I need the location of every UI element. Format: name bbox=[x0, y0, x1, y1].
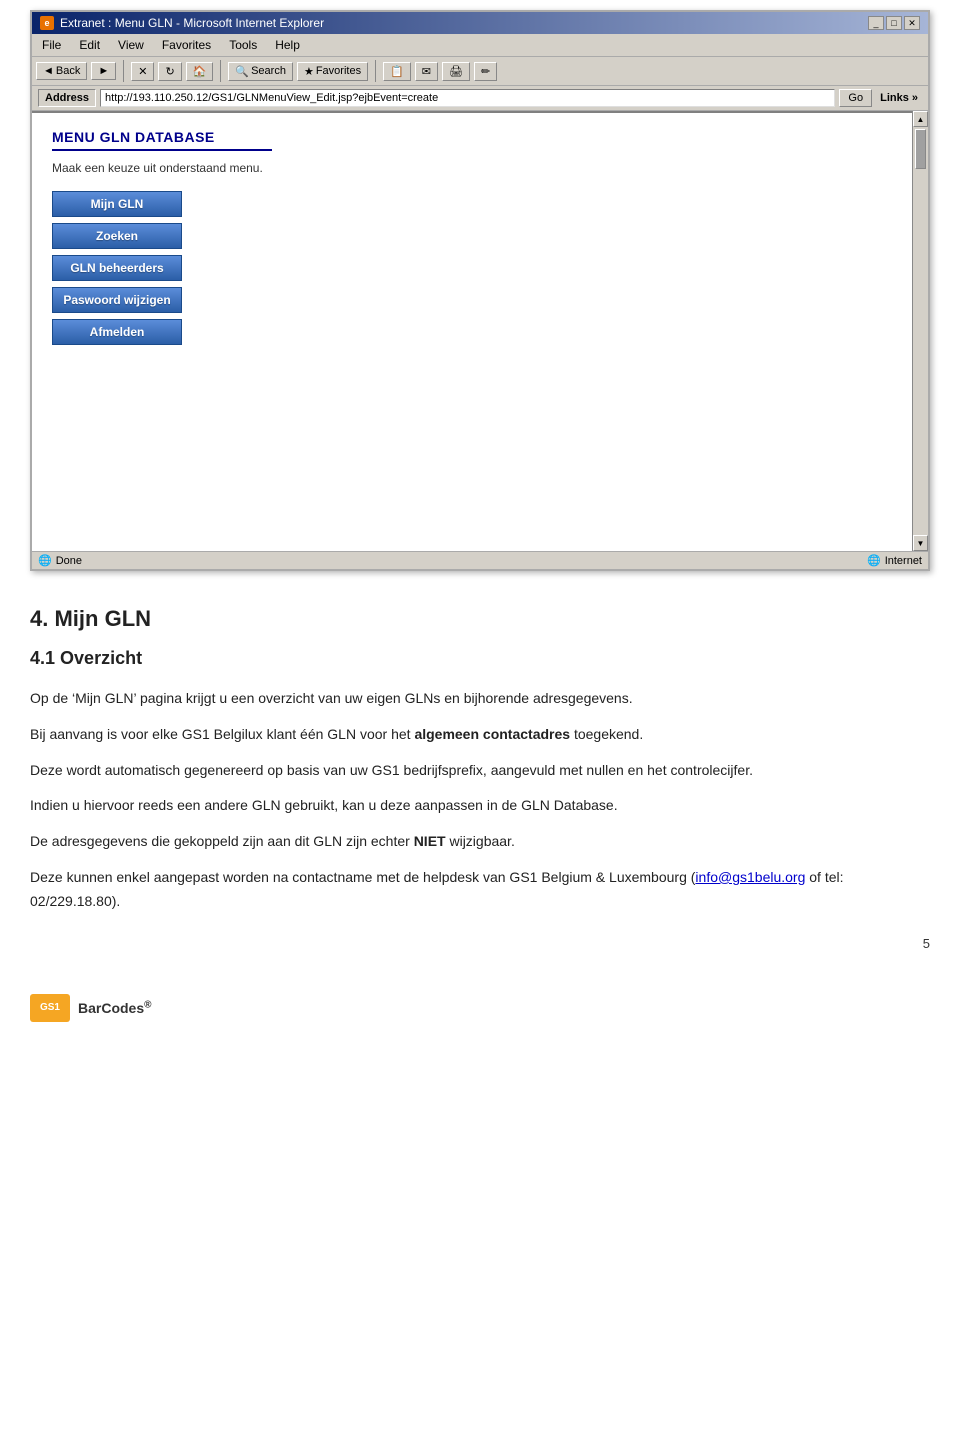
paragraph-1: Op de ‘Mijn GLN’ pagina krijgt u een ove… bbox=[30, 687, 930, 711]
status-text: Done bbox=[56, 555, 82, 567]
toolbar-separator-3 bbox=[375, 60, 376, 82]
email-link[interactable]: info@gs1belu.org bbox=[695, 869, 805, 885]
status-right: 🌐 Internet bbox=[867, 554, 922, 567]
address-input[interactable] bbox=[100, 89, 835, 107]
scrollbar[interactable]: ▲ ▼ bbox=[912, 111, 928, 551]
gln-beheerders-button[interactable]: GLN beheerders bbox=[52, 255, 182, 281]
menu-favorites[interactable]: Favorites bbox=[158, 36, 215, 54]
bold-contactadres: algemeen contactadres bbox=[414, 726, 570, 742]
search-label: Search bbox=[251, 65, 286, 77]
maximize-button[interactable]: □ bbox=[886, 16, 902, 30]
section-title-text: Mijn GLN bbox=[54, 606, 151, 631]
browser-content: MENU GLN DATABASE Maak een keuze uit ond… bbox=[32, 111, 928, 551]
print-icon: 🖨 bbox=[449, 65, 463, 78]
barcodes-label: BarCodes® bbox=[78, 997, 152, 1019]
mijn-gln-button[interactable]: Mijn GLN bbox=[52, 191, 182, 217]
refresh-button[interactable]: ↻ bbox=[158, 62, 181, 81]
links-label[interactable]: Links » bbox=[876, 90, 922, 106]
status-left: 🌐 Done bbox=[38, 554, 82, 567]
paragraph-3: Deze wordt automatisch gegenereerd op ba… bbox=[30, 759, 930, 783]
paswoord-wijzigen-button[interactable]: Paswoord wijzigen bbox=[52, 287, 182, 313]
page-title: MENU GLN DATABASE bbox=[52, 129, 908, 145]
stop-button[interactable]: ✕ bbox=[131, 62, 154, 81]
menu-button-list: Mijn GLN Zoeken GLN beheerders Paswoord … bbox=[52, 191, 182, 345]
minimize-button[interactable]: _ bbox=[868, 16, 884, 30]
page-number: 5 bbox=[30, 934, 930, 955]
paragraph-4: Indien u hiervoor reeds een andere GLN g… bbox=[30, 794, 930, 818]
menu-bar: File Edit View Favorites Tools Help bbox=[32, 34, 928, 57]
back-button[interactable]: ◄ Back bbox=[36, 62, 87, 80]
toolbar-separator-1 bbox=[123, 60, 124, 82]
subsection-title: 4.1 Overzicht bbox=[30, 644, 930, 673]
footer-logo: GS1 BarCodes® bbox=[30, 984, 930, 1022]
refresh-icon: ↻ bbox=[165, 65, 174, 78]
menu-edit[interactable]: Edit bbox=[75, 36, 104, 54]
paragraph-5: De adresgegevens die gekoppeld zijn aan … bbox=[30, 830, 930, 854]
forward-button[interactable]: ► bbox=[91, 62, 116, 80]
status-bar: 🌐 Done 🌐 Internet bbox=[32, 551, 928, 569]
print-button[interactable]: 🖨 bbox=[442, 62, 470, 81]
menu-help[interactable]: Help bbox=[271, 36, 304, 54]
address-label: Address bbox=[38, 89, 96, 107]
page-subtitle: Maak een keuze uit onderstaand menu. bbox=[52, 161, 908, 175]
scroll-track bbox=[913, 127, 928, 535]
zoeken-button[interactable]: Zoeken bbox=[52, 223, 182, 249]
forward-icon: ► bbox=[98, 65, 109, 77]
internet-icon: 🌐 bbox=[867, 554, 881, 567]
edit-button[interactable]: ✏ bbox=[474, 62, 497, 81]
status-icon: 🌐 bbox=[38, 554, 52, 567]
gs1-logo: GS1 bbox=[30, 994, 70, 1022]
back-label: Back bbox=[56, 65, 80, 77]
scroll-up-button[interactable]: ▲ bbox=[913, 111, 928, 127]
search-button[interactable]: 🔍 Search bbox=[228, 62, 293, 81]
document-content: 4. Mijn GLN 4.1 Overzicht Op de ‘Mijn GL… bbox=[0, 581, 960, 1052]
mail-button[interactable]: ✉ bbox=[415, 62, 438, 81]
favorites-icon: ★ bbox=[304, 65, 314, 78]
scroll-thumb[interactable] bbox=[915, 129, 926, 169]
favorites-button[interactable]: ★ Favorites bbox=[297, 62, 368, 81]
scroll-down-button[interactable]: ▼ bbox=[913, 535, 928, 551]
subsection-number: 4.1 bbox=[30, 648, 55, 668]
back-icon: ◄ bbox=[43, 65, 54, 77]
browser-icon: e bbox=[40, 16, 54, 30]
section-number: 4. bbox=[30, 606, 48, 631]
window-title: Extranet : Menu GLN - Microsoft Internet… bbox=[60, 16, 324, 30]
paragraph-6: Deze kunnen enkel aangepast worden na co… bbox=[30, 866, 930, 914]
menu-view[interactable]: View bbox=[114, 36, 148, 54]
internet-label: Internet bbox=[885, 555, 922, 567]
home-button[interactable]: 🏠 bbox=[186, 62, 214, 81]
home-icon: 🏠 bbox=[193, 65, 207, 78]
go-button[interactable]: Go bbox=[839, 89, 872, 107]
afmelden-button[interactable]: Afmelden bbox=[52, 319, 182, 345]
browser-content-wrapper: MENU GLN DATABASE Maak een keuze uit ond… bbox=[32, 111, 928, 551]
search-icon: 🔍 bbox=[235, 65, 249, 78]
edit-icon: ✏ bbox=[481, 65, 490, 78]
menu-file[interactable]: File bbox=[38, 36, 65, 54]
close-button[interactable]: ✕ bbox=[904, 16, 920, 30]
window-controls: _ □ ✕ bbox=[868, 16, 920, 30]
section-title: 4. Mijn GLN bbox=[30, 601, 930, 636]
mail-icon: ✉ bbox=[422, 65, 431, 78]
favorites-label: Favorites bbox=[316, 65, 361, 77]
subsection-title-text: Overzicht bbox=[60, 648, 142, 668]
title-bar: e Extranet : Menu GLN - Microsoft Intern… bbox=[32, 12, 928, 34]
browser-window: e Extranet : Menu GLN - Microsoft Intern… bbox=[30, 10, 930, 571]
menu-tools[interactable]: Tools bbox=[225, 36, 261, 54]
history-icon: 📋 bbox=[390, 65, 404, 78]
toolbar-separator-2 bbox=[220, 60, 221, 82]
title-underline bbox=[52, 149, 272, 151]
stop-icon: ✕ bbox=[138, 65, 147, 78]
bold-niet: NIET bbox=[414, 833, 446, 849]
trademark-symbol: ® bbox=[144, 1000, 151, 1011]
address-bar: Address Go Links » bbox=[32, 86, 928, 111]
toolbar: ◄ Back ► ✕ ↻ 🏠 🔍 Search ★ Favorites 📋 bbox=[32, 57, 928, 86]
history-button[interactable]: 📋 bbox=[383, 62, 411, 81]
paragraph-2: Bij aanvang is voor elke GS1 Belgilux kl… bbox=[30, 723, 930, 747]
